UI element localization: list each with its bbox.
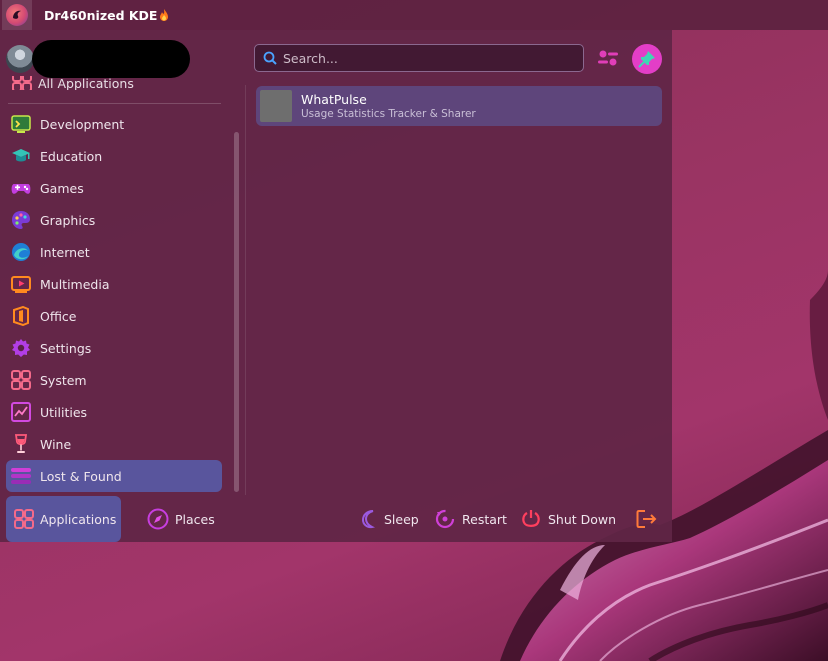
applications-grid-icon (14, 509, 34, 529)
category-label: Internet (40, 244, 90, 260)
category-all-applications[interactable]: All Applications (8, 76, 220, 90)
category-internet[interactable]: Internet (6, 236, 222, 268)
sleep-button[interactable]: Sleep (360, 496, 419, 542)
wine-icon (10, 433, 32, 455)
sliders-icon (597, 49, 619, 67)
logout-button[interactable] (636, 496, 658, 542)
compass-icon (147, 508, 169, 530)
shutdown-label: Shut Down (548, 511, 617, 527)
office-icon (10, 305, 32, 327)
category-utilities[interactable]: Utilities (6, 396, 222, 428)
category-label: Utilities (40, 404, 88, 420)
category-label: Graphics (40, 212, 96, 228)
category-label: Lost & Found (40, 468, 122, 484)
lost-found-icon (10, 465, 32, 487)
internet-icon (10, 241, 32, 263)
games-icon (10, 177, 32, 199)
tab-label: Applications (40, 511, 117, 527)
top-panel: Dr460nized KDE (0, 0, 828, 30)
utilities-icon (10, 401, 32, 423)
pin-menu-button[interactable] (632, 44, 662, 74)
result-description: Usage Statistics Tracker & Sharer (301, 108, 476, 120)
menu-bottom-bar: Applications Places Sleep Restart Shut D… (0, 496, 672, 542)
filter-settings-button[interactable] (594, 44, 622, 72)
category-wine[interactable]: Wine (6, 428, 222, 460)
panel-title: Dr460nized KDE (44, 7, 158, 23)
panel-separator (245, 85, 246, 495)
search-icon (263, 51, 277, 65)
application-launcher-button[interactable] (2, 0, 32, 30)
category-label: Settings (40, 340, 92, 356)
settings-icon (10, 337, 32, 359)
category-games[interactable]: Games (6, 172, 222, 204)
tab-applications[interactable]: Applications (6, 496, 121, 542)
category-list: Development Education Games Graphics Int… (6, 108, 222, 492)
category-lost-and-found[interactable]: Lost & Found (6, 460, 222, 492)
application-menu: All Applications Development Education G… (0, 30, 672, 542)
multimedia-icon (10, 273, 32, 295)
search-result-item[interactable]: WhatPulse Usage Statistics Tracker & Sha… (256, 86, 662, 126)
dragon-logo-icon (6, 4, 28, 26)
all-applications-icon (12, 76, 32, 90)
username-redacted (32, 40, 190, 78)
restart-button[interactable]: Restart (434, 496, 507, 542)
restart-icon (434, 508, 456, 530)
system-icon (10, 369, 32, 391)
flame-icon (159, 9, 169, 21)
power-icon (520, 508, 542, 530)
tab-places[interactable]: Places (139, 496, 225, 542)
category-graphics[interactable]: Graphics (6, 204, 222, 236)
pin-icon (638, 50, 656, 68)
search-input[interactable] (283, 50, 583, 66)
result-name: WhatPulse (301, 92, 367, 107)
shutdown-button[interactable]: Shut Down (520, 496, 616, 542)
category-label: Office (40, 308, 77, 324)
restart-label: Restart (462, 511, 507, 527)
tab-label: Places (175, 511, 215, 527)
category-multimedia[interactable]: Multimedia (6, 268, 222, 300)
graphics-icon (10, 209, 32, 231)
category-scrollbar[interactable] (234, 132, 239, 492)
moon-icon (360, 509, 378, 529)
search-box (254, 44, 584, 72)
category-label: All Applications (38, 76, 134, 90)
category-divider (8, 103, 221, 104)
education-icon (10, 145, 32, 167)
user-row[interactable] (6, 40, 190, 78)
user-avatar[interactable] (6, 45, 34, 73)
category-system[interactable]: System (6, 364, 222, 396)
category-label: Development (40, 116, 125, 132)
category-office[interactable]: Office (6, 300, 222, 332)
development-icon (10, 113, 32, 135)
category-label: Multimedia (40, 276, 110, 292)
category-label: Games (40, 180, 84, 196)
category-label: Education (40, 148, 103, 164)
whatpulse-app-icon (260, 90, 292, 122)
category-development[interactable]: Development (6, 108, 222, 140)
category-education[interactable]: Education (6, 140, 222, 172)
logout-icon (636, 509, 658, 529)
sleep-label: Sleep (384, 511, 419, 527)
category-label: System (40, 372, 87, 388)
category-settings[interactable]: Settings (6, 332, 222, 364)
category-label: Wine (40, 436, 72, 452)
